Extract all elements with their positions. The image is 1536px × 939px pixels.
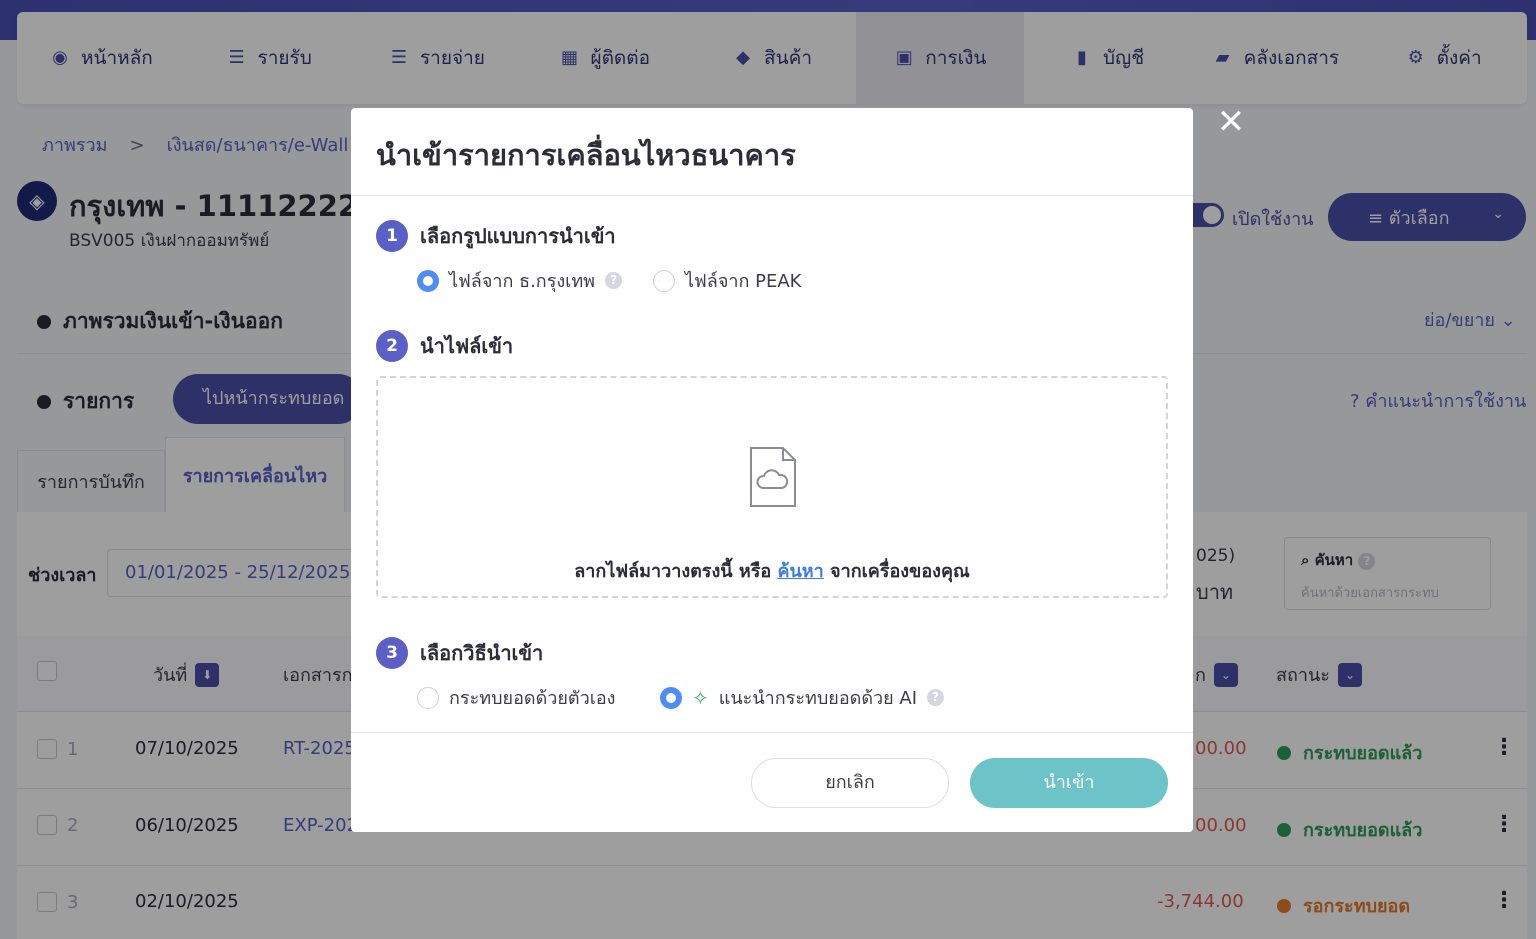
- cloud-file-icon: [750, 447, 796, 507]
- step-number-badge: 3: [376, 637, 408, 669]
- help-icon[interactable]: ?: [927, 689, 945, 706]
- file-dropzone[interactable]: ลากไฟล์มาวางตรงนี้ หรือ ค้นหา จากเครื่อง…: [376, 376, 1168, 598]
- radio-unselected-icon: [653, 269, 675, 292]
- dialog-title: นำเข้ารายการเคลื่อนไหวธนาคาร: [376, 138, 796, 172]
- step-2-header: 2 นำไฟล์เข้า: [376, 330, 513, 362]
- step-number-badge: 1: [376, 220, 408, 252]
- step-3-label: เลือกวิธีนำเข้า: [420, 641, 544, 665]
- cancel-button[interactable]: ยกเลิก: [751, 758, 949, 808]
- magic-wand-icon: ✧: [692, 685, 709, 710]
- radio-manual-reconcile[interactable]: กระทบยอดด้วยตัวเอง: [417, 683, 615, 712]
- radio-unselected-icon: [417, 686, 439, 709]
- import-button[interactable]: นำเข้า: [970, 758, 1168, 808]
- step-number-badge: 2: [376, 330, 408, 362]
- step-1-label: เลือกรูปแบบการนำเข้า: [420, 224, 616, 248]
- import-bank-dialog: นำเข้ารายการเคลื่อนไหวธนาคาร 1 เลือกรูปแบ…: [351, 108, 1193, 832]
- radio-ai-reconcile[interactable]: ✧ แนะนำกระทบยอดด้วย AI?: [660, 683, 945, 712]
- radio-bangkok-bank-file[interactable]: ไฟล์จาก ธ.กรุงเทพ?: [417, 266, 623, 295]
- divider: [351, 732, 1193, 733]
- step-3-header: 3 เลือกวิธีนำเข้า: [376, 637, 543, 669]
- radio-peak-file[interactable]: ไฟล์จาก PEAK: [653, 266, 801, 295]
- close-icon[interactable]: ✕: [1214, 105, 1248, 139]
- dropzone-text: ลากไฟล์มาวางตรงนี้ หรือ ค้นหา จากเครื่อง…: [574, 561, 970, 582]
- divider: [351, 195, 1193, 196]
- radio-selected-icon: [417, 269, 439, 292]
- step-1-header: 1 เลือกรูปแบบการนำเข้า: [376, 220, 616, 252]
- radio-selected-icon: [660, 686, 682, 709]
- help-icon[interactable]: ?: [605, 272, 623, 289]
- step-2-label: นำไฟล์เข้า: [420, 334, 514, 358]
- browse-link[interactable]: ค้นหา: [777, 561, 823, 582]
